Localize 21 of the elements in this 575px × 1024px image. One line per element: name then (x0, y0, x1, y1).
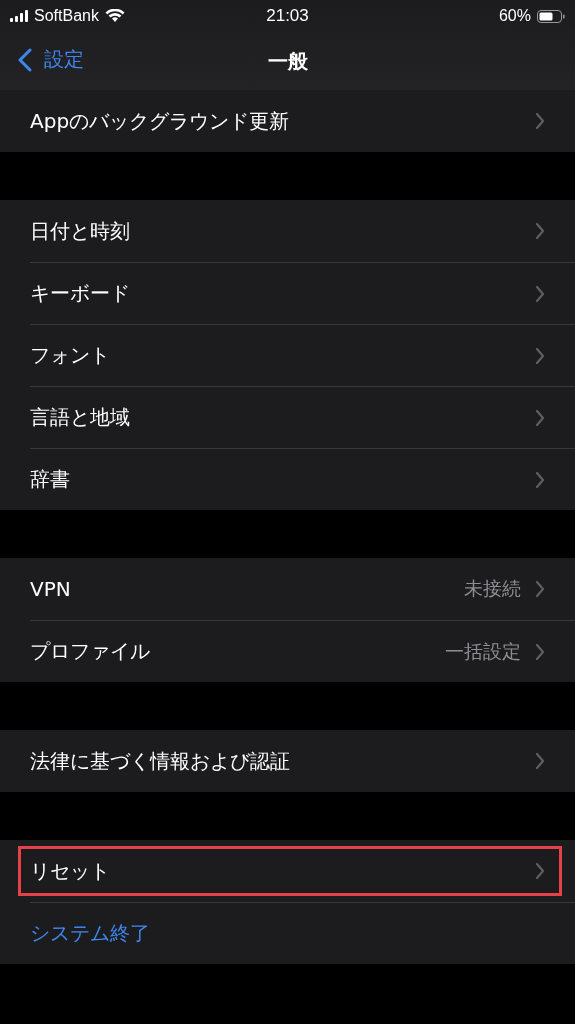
chevron-right-icon (535, 346, 545, 365)
battery-icon (537, 9, 565, 23)
chevron-right-icon (535, 470, 545, 489)
chevron-right-icon (535, 284, 545, 303)
battery-percent: 60% (498, 7, 531, 25)
chevron-left-icon (18, 47, 32, 72)
chevron-right-icon (535, 408, 545, 427)
chevron-right-icon (535, 222, 545, 240)
chevron-right-icon (535, 112, 545, 130)
carrier-name: SoftBank (34, 7, 99, 25)
chevron-right-icon (535, 642, 545, 661)
clock-time: 21:03 (266, 6, 309, 26)
row-value: 一括設定 (445, 638, 521, 664)
chevron-right-icon (535, 580, 545, 598)
back-button[interactable]: 設定 (18, 46, 84, 73)
chevron-right-icon (535, 862, 545, 880)
row-value: 未接続 (464, 576, 521, 601)
page-title: 一般 (267, 47, 308, 75)
signal-icon (10, 10, 28, 22)
chevron-right-icon (535, 752, 545, 770)
wifi-icon (104, 9, 125, 23)
